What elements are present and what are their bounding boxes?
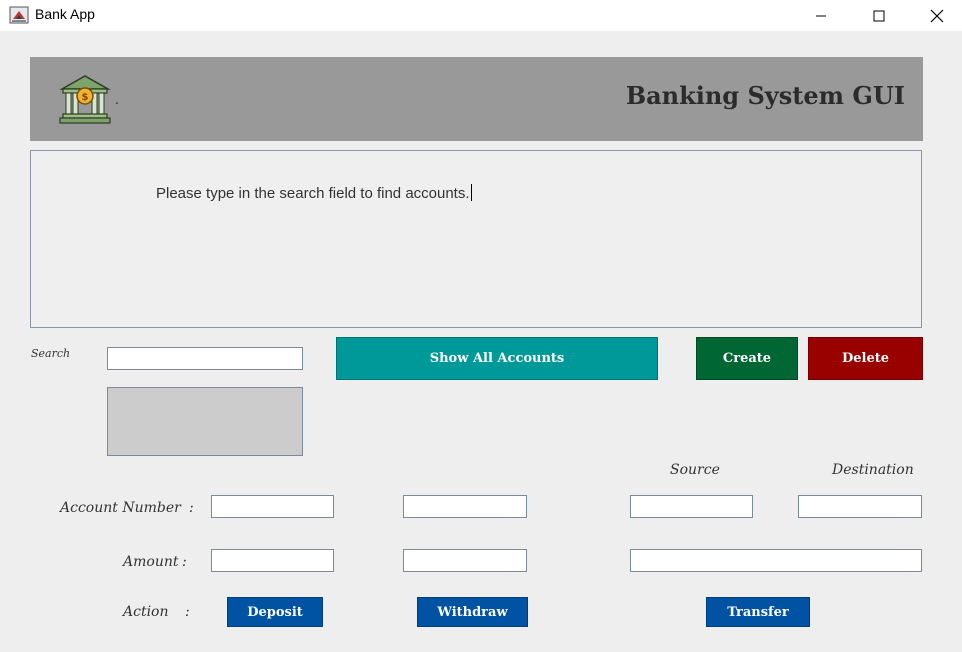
bank-icon: $ — [58, 73, 112, 125]
java-app-icon — [9, 5, 29, 25]
maximize-icon — [873, 10, 885, 21]
window-title: Bank App — [35, 6, 95, 22]
transfer-button[interactable]: Transfer — [706, 597, 810, 627]
close-icon — [930, 9, 944, 22]
minimize-button[interactable] — [798, 0, 844, 31]
destination-label: Destination — [832, 462, 914, 478]
amount-colon: : — [182, 554, 187, 570]
header-dot: . — [115, 93, 119, 107]
create-button[interactable]: Create — [696, 337, 798, 380]
output-message-text: Please type in the search field to find … — [156, 185, 470, 202]
search-results-list[interactable] — [107, 387, 303, 456]
search-label: Search — [31, 347, 71, 360]
deposit-account-input[interactable] — [211, 495, 334, 518]
delete-button[interactable]: Delete — [808, 337, 923, 380]
transfer-destination-input[interactable] — [798, 495, 922, 518]
close-button[interactable] — [914, 0, 960, 31]
transfer-amount-input[interactable] — [630, 549, 922, 572]
account-number-colon: : — [189, 500, 194, 516]
page-title: Banking System GUI — [625, 81, 905, 110]
minimize-icon — [816, 15, 826, 16]
svg-text:$: $ — [82, 92, 89, 103]
output-text-area[interactable]: Please type in the search field to find … — [30, 150, 922, 328]
maximize-button[interactable] — [856, 0, 902, 31]
header-banner: $ . Banking System GUI — [30, 57, 923, 141]
deposit-amount-input[interactable] — [211, 549, 334, 572]
withdraw-button[interactable]: Withdraw — [417, 597, 528, 627]
action-label: Action — [123, 604, 169, 620]
output-message: Please type in the search field to find … — [156, 184, 472, 202]
text-caret — [470, 184, 472, 201]
transfer-source-input[interactable] — [630, 495, 753, 518]
action-colon: : — [185, 604, 190, 620]
show-all-accounts-button[interactable]: Show All Accounts — [336, 337, 658, 380]
source-label: Source — [670, 462, 720, 478]
window-titlebar: Bank App — [0, 0, 962, 31]
deposit-button[interactable]: Deposit — [227, 597, 323, 627]
amount-label: Amount — [123, 554, 179, 570]
account-number-label: Account Number — [60, 500, 181, 516]
withdraw-account-input[interactable] — [403, 495, 527, 518]
search-input[interactable] — [107, 347, 303, 370]
withdraw-amount-input[interactable] — [403, 549, 527, 572]
